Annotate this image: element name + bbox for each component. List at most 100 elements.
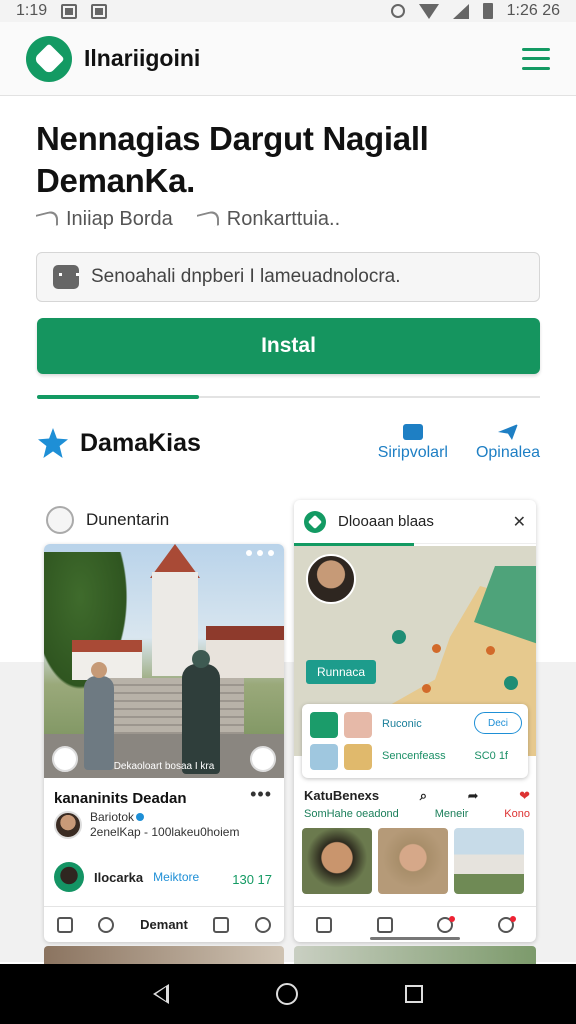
thumbnail-image[interactable] xyxy=(302,828,372,894)
search-input-value: Senoahali dnpberi I lameuadnolocra. xyxy=(91,266,401,287)
card-title: Dlooaan blaas xyxy=(338,513,434,530)
action-label-3: Kono xyxy=(504,808,530,820)
shield-icon[interactable] xyxy=(213,916,230,933)
section-header: DamaKias xyxy=(38,428,201,458)
book-icon[interactable] xyxy=(376,916,393,933)
save-icon xyxy=(402,424,423,440)
preview-card-left: Dunentarin Dekaoloart bosaa I kra kanani… xyxy=(44,500,284,942)
map-pin-icon[interactable] xyxy=(432,644,441,653)
recent-apps-icon[interactable] xyxy=(404,985,423,1003)
reply-row[interactable]: Ilocarka Meiktore xyxy=(54,862,199,892)
action-label-1: SomHahe oeadond xyxy=(304,808,399,820)
battery-icon xyxy=(482,3,493,19)
section-title: DamaKias xyxy=(80,428,201,457)
tile-icon xyxy=(344,744,372,770)
profile-icon[interactable] xyxy=(98,916,115,933)
send-icon xyxy=(497,424,518,440)
section-action-1[interactable]: Siripvolarl xyxy=(378,424,448,462)
app-header: Ilnariigoini xyxy=(0,22,576,96)
more-options-icon[interactable]: ••• xyxy=(250,784,272,805)
bottom-nav-label[interactable]: Demant xyxy=(140,917,188,932)
post-author: Bariotok xyxy=(90,810,135,824)
card-author-row: Dunentarin xyxy=(44,500,284,540)
wifi-icon xyxy=(418,3,439,19)
tile-icon xyxy=(310,744,338,770)
thumbnail-image[interactable] xyxy=(454,828,524,894)
heart-icon[interactable]: ❤ xyxy=(519,788,530,804)
section-action-2-label: Opinalea xyxy=(475,444,540,461)
verified-icon xyxy=(136,813,145,821)
forward-icon xyxy=(196,208,219,231)
panel-tag-button[interactable]: Deci xyxy=(474,712,522,734)
chat-icon xyxy=(53,265,79,289)
avatar xyxy=(54,862,84,892)
search-input[interactable]: Senoahali dnpberi I lameuadnolocra. xyxy=(36,252,540,302)
preview-card-right: Dlooaan blaas ✕ Runnaca Ruconic Deci Sen… xyxy=(294,500,536,942)
meta-label-2: Ronkarttuia.. xyxy=(226,208,341,230)
action-labels: SomHahe oeadond Meneir Kono xyxy=(304,808,530,820)
section-actions: Siripvolarl Opinalea xyxy=(378,424,540,462)
close-icon[interactable]: ✕ xyxy=(513,512,526,532)
search-icon[interactable]: ⌕ xyxy=(420,788,427,804)
map-marker-icon[interactable] xyxy=(392,630,406,644)
status-bar: 1:19 1:26 26 xyxy=(0,0,576,22)
map-marker-icon[interactable] xyxy=(504,676,518,690)
tile-icon xyxy=(310,712,338,738)
status-time: 1:19 xyxy=(16,2,48,19)
reply-subtitle: Meiktore xyxy=(153,870,200,884)
post-author-row: Bariotok 2enelKap - 100lakeu0hoiem xyxy=(54,810,239,840)
photo-status-icons xyxy=(246,550,274,556)
next-card-peek xyxy=(294,946,536,964)
section-action-2[interactable]: Opinalea xyxy=(476,424,540,462)
tile-icon xyxy=(344,712,372,738)
heart-icon[interactable] xyxy=(437,915,456,933)
meta-item-1[interactable]: Iniiap Borda xyxy=(36,208,173,231)
home-icon[interactable] xyxy=(316,916,333,933)
back-icon[interactable] xyxy=(153,984,170,1004)
app-name: Ilnariigoini xyxy=(84,45,201,71)
post-title: kananinits Deadan xyxy=(54,790,187,807)
drag-handle[interactable] xyxy=(370,937,460,940)
panel-subtitle: Sencenfeass xyxy=(382,750,446,762)
chart-icon[interactable] xyxy=(56,916,73,933)
map-label-button[interactable]: Runnaca xyxy=(306,660,376,684)
panel-count: SC0 1f xyxy=(474,750,508,762)
section-action-1-label: Siripvolarl xyxy=(377,444,448,461)
card-body: Dekaoloart bosaa I kra kananinits Deadan… xyxy=(44,544,284,942)
home-button-icon[interactable] xyxy=(275,983,298,1005)
sync-icon xyxy=(390,4,405,18)
photo-caption: Dekaoloart bosaa I kra xyxy=(113,761,215,772)
card-header: Dlooaan blaas ✕ xyxy=(294,500,536,544)
app-logo-icon xyxy=(26,35,72,82)
install-button[interactable]: Instal xyxy=(37,318,540,374)
page-title: Nennagias Dargut Nagiall DemanKa. xyxy=(36,120,429,199)
status-clock: 1:26 26 xyxy=(506,2,560,19)
notification-icon xyxy=(61,3,78,19)
user-icon[interactable] xyxy=(497,915,516,933)
system-nav-bar xyxy=(0,964,576,1024)
star-icon xyxy=(38,428,68,458)
reply-name: Ilocarka xyxy=(94,869,144,885)
meta-item-2[interactable]: Ronkarttuia.. xyxy=(196,208,341,231)
tab-active-indicator xyxy=(37,395,199,399)
share-icon[interactable]: ➦ xyxy=(468,788,479,804)
avatar xyxy=(306,554,356,604)
hamburger-menu-icon[interactable] xyxy=(522,47,550,70)
panel-title: Ruconic xyxy=(382,718,422,730)
post-meta: 2enelKap - 100lakeu0hoiem xyxy=(90,825,240,839)
meta-label-1: Iniiap Borda xyxy=(66,208,173,230)
next-card-peek xyxy=(44,946,284,964)
map-pin-icon[interactable] xyxy=(486,646,495,655)
map-pin-icon[interactable] xyxy=(422,684,431,693)
thumbnail-image[interactable] xyxy=(378,828,448,894)
action-name: KatuBenexs xyxy=(304,788,380,803)
action-row: KatuBenexs ⌕ ➦ ❤ xyxy=(304,788,530,804)
avatar xyxy=(54,811,82,839)
user-icon[interactable] xyxy=(255,916,272,933)
gallery-icon xyxy=(91,3,108,19)
signal-icon xyxy=(452,3,469,19)
info-panel: Ruconic Deci Sencenfeass SC0 1f xyxy=(302,704,528,778)
card-author-name: Dunentarin xyxy=(86,510,170,529)
photo-thumbnails xyxy=(302,828,524,894)
church-photo[interactable]: Dekaoloart bosaa I kra xyxy=(44,544,284,778)
